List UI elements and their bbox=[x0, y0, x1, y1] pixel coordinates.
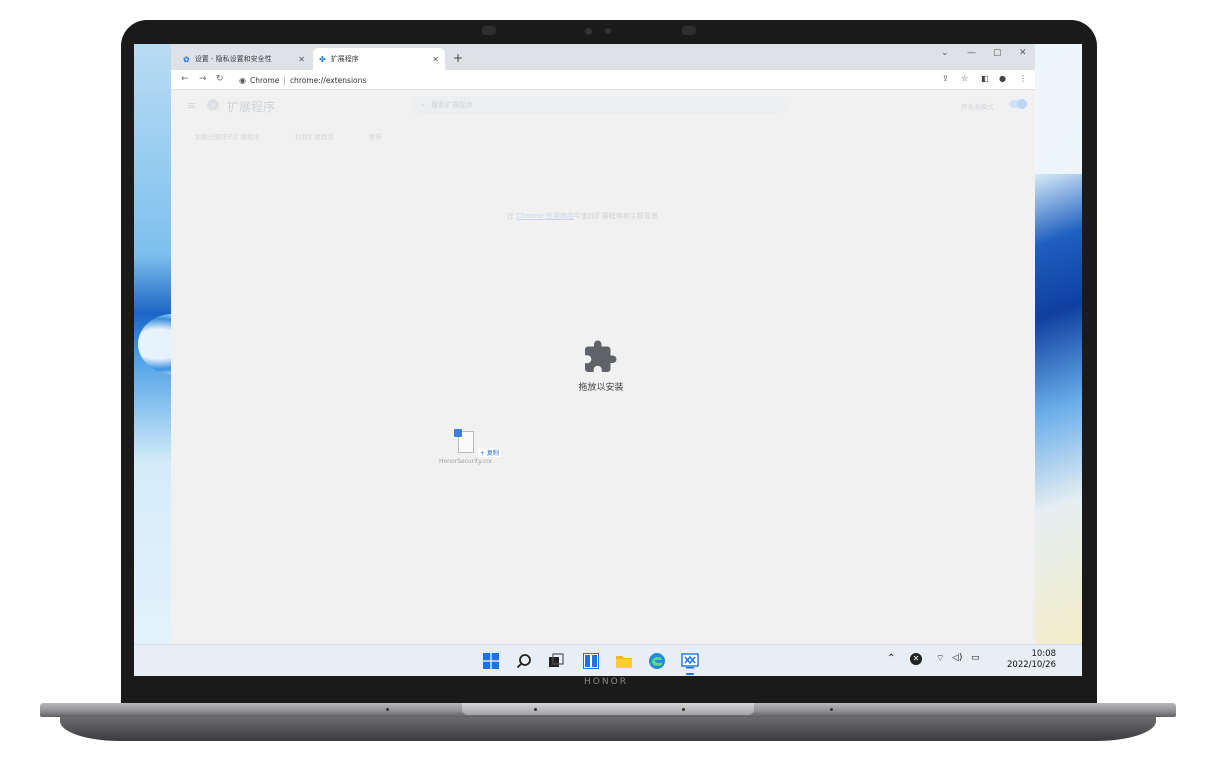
volume-icon[interactable]: ◁) bbox=[952, 653, 962, 663]
gear-icon: ✿ bbox=[183, 54, 190, 64]
app-tray-icon[interactable]: ✕ bbox=[910, 653, 922, 665]
webstore-hint: 在 Chrome 应用商店中查找扩展程序和主题背景 bbox=[507, 211, 658, 221]
clock-time: 10:08 bbox=[1031, 649, 1057, 659]
tab-strip: ✿ 设置 - 隐私设置和安全性 ✕ ✤ 扩展程序 ✕ + ⌄ — ▢ ✕ bbox=[171, 44, 1035, 70]
search-icon[interactable] bbox=[514, 651, 534, 671]
extensions-page: ≡ 扩展程序 ⌕ 搜索扩展程序 开发者模式 加载已解压的扩展程序 打包扩展程序 … bbox=[171, 91, 1035, 644]
hamburger-menu-icon[interactable]: ≡ bbox=[187, 99, 196, 112]
chrome-icon: ◉ bbox=[239, 75, 246, 85]
share-icon[interactable]: ⇪ bbox=[942, 74, 949, 83]
wifi-icon[interactable]: ⌔ bbox=[936, 653, 944, 664]
base-screw bbox=[386, 708, 389, 711]
omnibox-separator: | bbox=[283, 75, 286, 85]
sensor-icon bbox=[682, 26, 696, 35]
camera-icon bbox=[585, 28, 592, 35]
developer-mode-toggle[interactable] bbox=[1009, 99, 1027, 109]
taskbar: ⌃ ✕ ⌔ ◁) ▭ 10:08 2022/10/26 bbox=[134, 644, 1082, 676]
profile-avatar-icon[interactable]: ● bbox=[999, 74, 1006, 83]
chevron-down-icon[interactable]: ⌄ bbox=[941, 48, 949, 58]
window-close-button[interactable]: ✕ bbox=[1019, 48, 1027, 58]
drop-to-install-label: 拖放以安装 bbox=[578, 383, 624, 393]
task-view-icon[interactable] bbox=[546, 651, 566, 671]
laptop-hinge bbox=[462, 703, 754, 715]
file-badge-icon bbox=[454, 429, 462, 437]
close-icon[interactable]: ✕ bbox=[298, 55, 305, 64]
start-icon[interactable] bbox=[481, 651, 501, 671]
browser-toolbar: ← → ↻ ◉ Chrome | chrome://extensions ⇪ ☆… bbox=[171, 70, 1035, 90]
tab-label: 扩展程序 bbox=[330, 55, 359, 63]
tab-label: 设置 - 隐私设置和安全性 bbox=[194, 55, 272, 63]
maximize-button[interactable]: ▢ bbox=[993, 48, 1002, 58]
back-button[interactable]: ← bbox=[181, 74, 189, 84]
chrome-logo-icon bbox=[207, 99, 219, 111]
puzzle-icon: ✤ bbox=[319, 54, 326, 64]
load-unpacked-button[interactable]: 加载已解压的扩展程序 bbox=[195, 131, 260, 141]
hint-suffix: 中查找扩展程序和主题背景 bbox=[573, 212, 658, 220]
webstore-link[interactable]: Chrome 应用商店 bbox=[516, 212, 574, 220]
new-tab-button[interactable]: + bbox=[453, 51, 463, 65]
wallpaper-right bbox=[1034, 174, 1082, 644]
laptop-base-bottom bbox=[60, 717, 1156, 741]
menu-dots-icon[interactable]: ⋮ bbox=[1019, 74, 1027, 83]
address-bar[interactable]: ◉ Chrome | chrome://extensions bbox=[233, 73, 933, 87]
omnibox-site-label: Chrome bbox=[249, 75, 280, 85]
tab-extensions[interactable]: ✤ 扩展程序 ✕ bbox=[313, 48, 445, 70]
sensor-icon bbox=[482, 26, 496, 35]
copy-badge: + 复制 bbox=[478, 448, 501, 457]
page-title: 扩展程序 bbox=[227, 100, 276, 114]
omnibox-url: chrome://extensions bbox=[289, 75, 367, 85]
camera-light-icon bbox=[605, 28, 611, 34]
brand-logo: HONOR bbox=[584, 677, 628, 687]
file-explorer-icon[interactable] bbox=[614, 651, 634, 671]
close-icon[interactable]: ✕ bbox=[432, 55, 439, 64]
pack-extension-button[interactable]: 打包扩展程序 bbox=[295, 131, 334, 141]
forward-button[interactable]: → bbox=[199, 74, 207, 84]
base-screw bbox=[534, 708, 537, 711]
minimize-button[interactable]: — bbox=[967, 48, 976, 58]
screen: ✿ 设置 - 隐私设置和安全性 ✕ ✤ 扩展程序 ✕ + ⌄ — ▢ ✕ ← →… bbox=[134, 44, 1082, 676]
camera-bar bbox=[470, 24, 730, 38]
bookmark-star-icon[interactable]: ☆ bbox=[961, 74, 968, 83]
extensions-header: ≡ 扩展程序 ⌕ 搜索扩展程序 开发者模式 bbox=[171, 91, 1035, 121]
puzzle-icon bbox=[585, 340, 617, 372]
edge-icon[interactable] bbox=[647, 651, 667, 671]
search-placeholder: 搜索扩展程序 bbox=[430, 101, 473, 109]
remote-app-icon[interactable] bbox=[680, 651, 700, 675]
clock[interactable]: 10:08 2022/10/26 bbox=[996, 649, 1056, 671]
widgets-icon[interactable] bbox=[581, 651, 601, 671]
developer-mode-label: 开发者模式 bbox=[961, 103, 994, 111]
base-screw bbox=[830, 708, 833, 711]
reload-button[interactable]: ↻ bbox=[216, 74, 224, 84]
hint-prefix: 在 bbox=[507, 212, 514, 220]
battery-icon[interactable]: ▭ bbox=[971, 653, 980, 663]
chevron-up-icon[interactable]: ⌃ bbox=[887, 653, 895, 664]
side-panel-icon[interactable]: ◧ bbox=[981, 74, 989, 83]
clock-date: 2022/10/26 bbox=[1007, 660, 1056, 670]
update-button[interactable]: 更新 bbox=[369, 131, 382, 141]
file-name: HonorSecurity.crx bbox=[439, 458, 492, 465]
search-input[interactable]: ⌕ 搜索扩展程序 bbox=[411, 96, 786, 114]
base-screw bbox=[682, 708, 685, 711]
dragged-file[interactable]: + 复制 HonorSecurity.crx bbox=[439, 429, 506, 469]
tab-settings[interactable]: ✿ 设置 - 隐私设置和安全性 ✕ bbox=[177, 48, 311, 70]
browser-window: ✿ 设置 - 隐私设置和安全性 ✕ ✤ 扩展程序 ✕ + ⌄ — ▢ ✕ ← →… bbox=[171, 44, 1035, 644]
search-icon: ⌕ bbox=[421, 100, 425, 109]
